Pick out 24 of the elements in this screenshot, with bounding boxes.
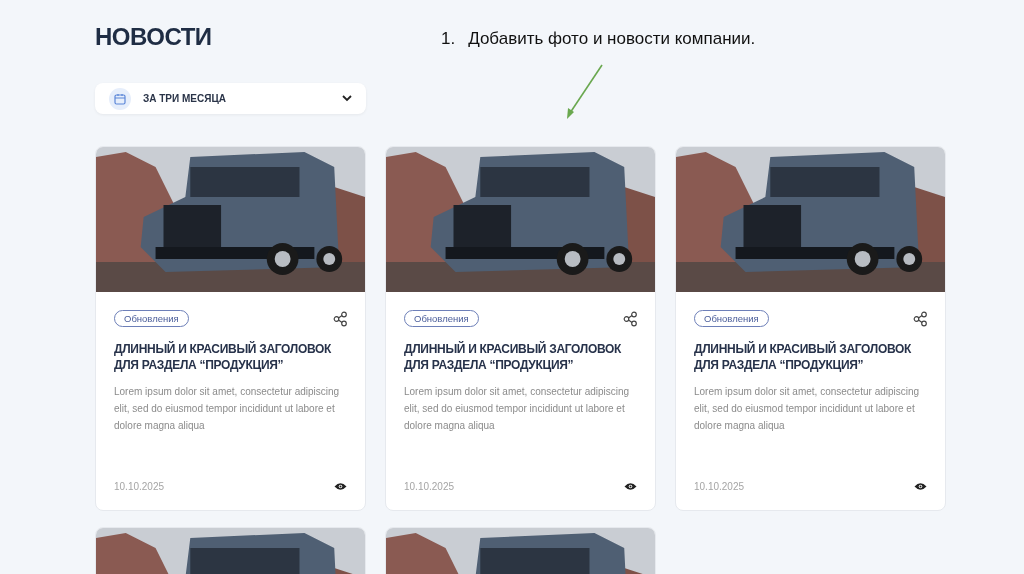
news-excerpt: Lorem ipsum dolor sit amet, consectetur adipiscing elit, sed do eiusmod tempor incididunt ut labore et dolore magna aliqua [404,385,631,433]
share-icon[interactable] [913,310,927,327]
eye-icon [624,482,637,491]
news-excerpt: Lorem ipsum dolor sit amet, consectetur adipiscing elit, sed do eiusmod tempor incididunt ut labore et dolore magna aliqua [114,385,341,433]
news-title: ДЛИННЫЙ И КРАСИВЫЙ ЗАГОЛОВОК ДЛЯ РАЗДЕЛА “ПРОДУКЦИЯ” [404,341,623,373]
eye-icon [334,482,347,491]
news-excerpt: Lorem ipsum dolor sit amet, consectetur adipiscing elit, sed do eiusmod tempor incididunt ut labore et dolore magna aliqua [694,385,921,433]
annotation-text: Добавить фото и новости компании. [468,29,756,49]
news-card[interactable]: Обновления ДЛИННЫЙ И КРАСИВЫЙ ЗАГОЛОВОК ДЛЯ РАЗДЕЛА “ПРОДУКЦИЯ” Lorem ipsum dolor sit amet, consectetur adipiscing elit, sed do eiusmod tempor incididunt ut labore et dolore magna aliqua 10.10.2025 [385,146,656,511]
news-date: 10.10.2025 [404,481,455,492]
share-icon[interactable] [333,310,347,327]
news-date: 10.10.2025 [114,481,165,492]
annotation-number: 1. [441,29,456,49]
share-icon[interactable] [623,310,637,327]
period-dropdown[interactable]: ЗА ТРИ МЕСЯЦА [95,83,366,114]
calendar-icon [109,87,131,110]
page-heading: НОВОСТИ [95,22,212,52]
news-title: ДЛИННЫЙ И КРАСИВЫЙ ЗАГОЛОВОК ДЛЯ РАЗДЕЛА “ПРОДУКЦИЯ” [114,341,333,373]
news-title: ДЛИННЫЙ И КРАСИВЫЙ ЗАГОЛОВОК ДЛЯ РАЗДЕЛА “ПРОДУКЦИЯ” [694,341,913,373]
news-date: 10.10.2025 [694,481,745,492]
chevron-down-icon [342,95,352,102]
news-card[interactable]: Обновления ДЛИННЫЙ И КРАСИВЫЙ ЗАГОЛОВОК ДЛЯ РАЗДЕЛА “ПРОДУКЦИЯ” Lorem ipsum dolor sit amet, consectetur adipiscing elit, sed do eiusmod tempor incididunt ut labore et dolore magna aliqua 10.10.2025 [675,146,946,511]
news-card[interactable]: Обновления ДЛИННЫЙ И КРАСИВЫЙ ЗАГОЛОВОК ДЛЯ РАЗДЕЛА “ПРОДУКЦИЯ” Lorem ipsum dolor sit amet, consectetur adipiscing elit, sed do eiusmod tempor incididunt ut labore et dolore magna aliqua 10.10.2025 [95,146,366,511]
eye-icon [914,482,927,491]
